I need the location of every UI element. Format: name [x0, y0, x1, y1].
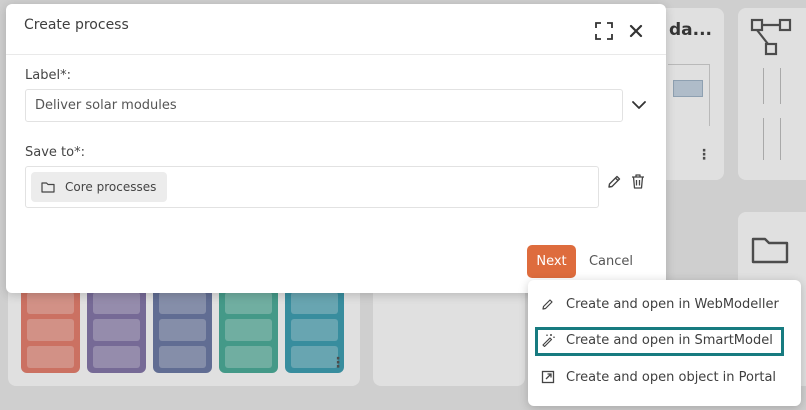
fullscreen-icon[interactable] [595, 22, 613, 40]
open-external-icon [541, 370, 555, 384]
create-options-menu: Create and open in WebModeller Create an… [528, 280, 801, 406]
menu-item-open-in-smartmodel[interactable]: Create and open in SmartModel [535, 327, 784, 356]
chevron-down-icon[interactable] [631, 99, 647, 111]
create-process-dialog: Create process Label*: Save to*: Core pr… [6, 4, 666, 293]
cancel-button[interactable]: Cancel [584, 245, 638, 278]
menu-item-label: Create and open in WebModeller [566, 297, 779, 312]
label-input[interactable] [25, 89, 623, 122]
save-to-field-label: Save to*: [25, 145, 85, 160]
menu-item-label: Create and open object in Portal [566, 370, 777, 385]
menu-item-open-in-portal[interactable]: Create and open object in Portal [535, 364, 784, 393]
folder-icon [41, 182, 55, 193]
pencil-icon [542, 299, 553, 310]
header-divider [6, 54, 666, 55]
folder-chip[interactable]: Core processes [31, 172, 167, 202]
menu-item-open-in-webmodeller[interactable]: Create and open in WebModeller [535, 291, 784, 320]
folder-chip-label: Core processes [65, 180, 157, 194]
close-icon[interactable] [629, 24, 643, 38]
magic-wand-icon [542, 334, 555, 347]
dialog-title: Create process [24, 17, 129, 33]
save-to-field[interactable]: Core processes [25, 166, 599, 208]
next-button[interactable]: Next [527, 245, 576, 278]
menu-item-label: Create and open in SmartModel [566, 333, 773, 348]
label-field-label: Label*: [25, 68, 71, 83]
edit-pencil-icon[interactable] [606, 174, 622, 190]
delete-trash-icon[interactable] [630, 173, 646, 190]
